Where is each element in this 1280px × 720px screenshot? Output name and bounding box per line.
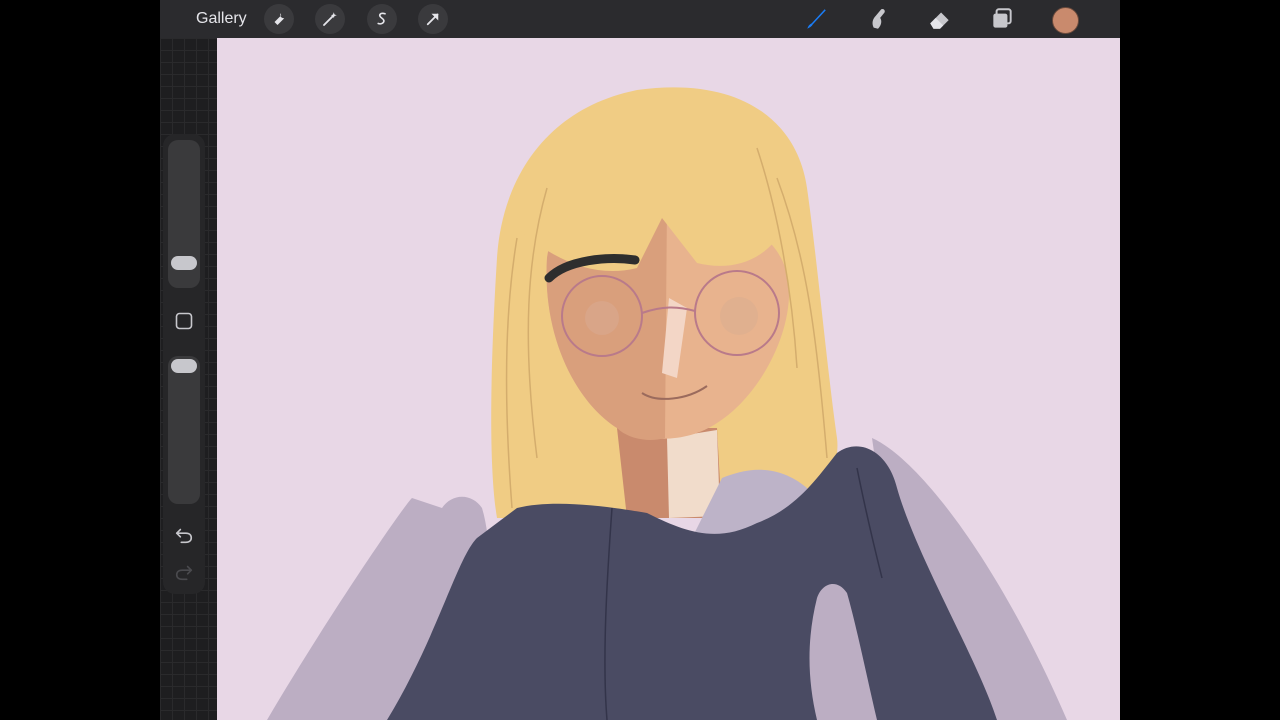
brush-icon[interactable]: [801, 4, 831, 34]
opacity-slider-thumb[interactable]: [171, 359, 197, 373]
brush-size-slider-thumb[interactable]: [171, 256, 197, 270]
artwork: [267, 87, 1067, 720]
wrench-icon[interactable]: [264, 4, 294, 34]
top-toolbar: Gallery: [160, 0, 1120, 38]
eraser-icon[interactable]: [925, 4, 955, 34]
selection-icon[interactable]: [367, 4, 397, 34]
color-picker-button[interactable]: [1052, 7, 1079, 34]
opacity-slider[interactable]: [168, 356, 200, 504]
procreate-app: Gallery: [160, 0, 1120, 720]
drawing-canvas[interactable]: [217, 38, 1120, 720]
undo-icon[interactable]: [173, 524, 195, 546]
redo-icon[interactable]: [173, 561, 195, 583]
square-icon[interactable]: [175, 312, 193, 330]
gallery-button[interactable]: Gallery: [196, 10, 247, 28]
brush-size-slider[interactable]: [168, 140, 200, 288]
smudge-icon[interactable]: [863, 4, 893, 34]
layers-icon[interactable]: [987, 4, 1017, 34]
transform-arrow-icon[interactable]: [418, 4, 448, 34]
left-sidebar: [163, 134, 205, 594]
magic-wand-icon[interactable]: [315, 4, 345, 34]
